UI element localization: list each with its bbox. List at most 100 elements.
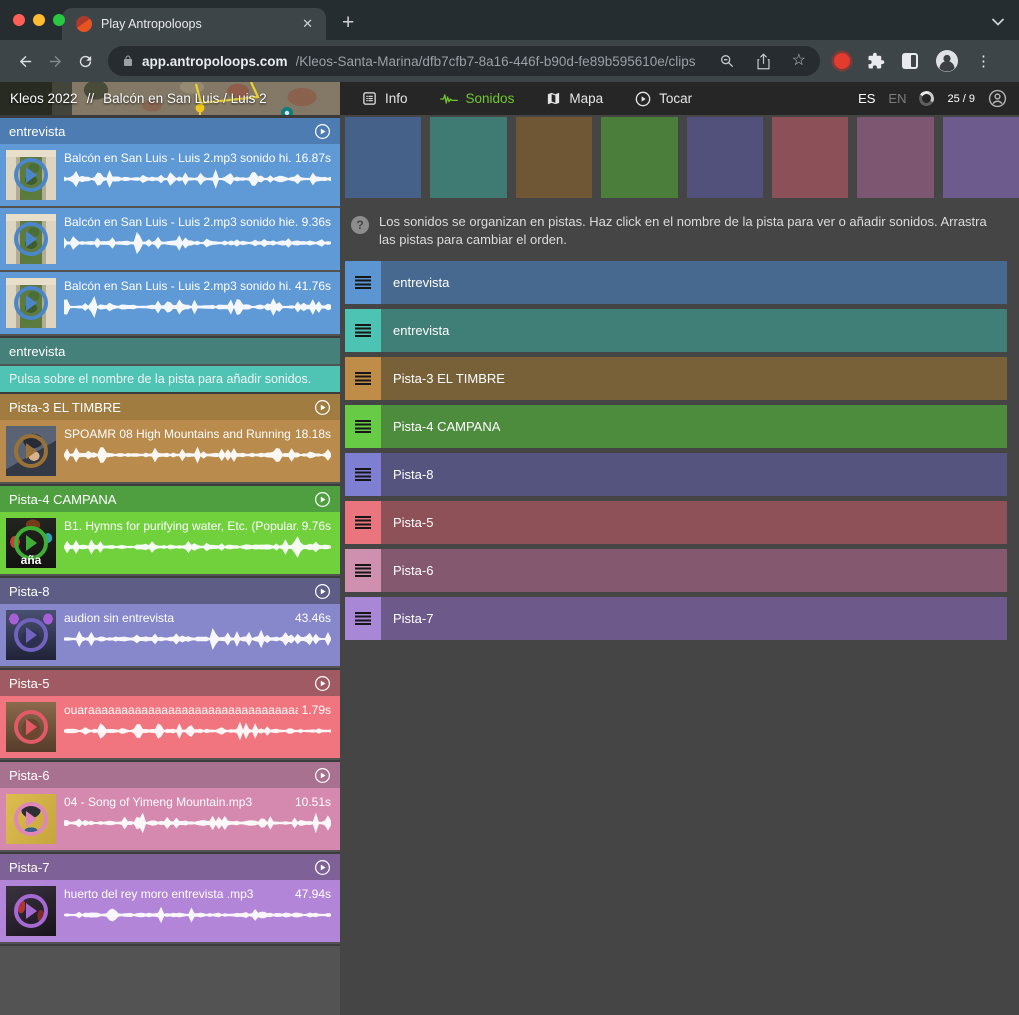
track-row-label: entrevista (393, 275, 449, 290)
clip-item[interactable]: 04 - Song of Yimeng Mountain.mp3 10.51s (0, 788, 340, 850)
track-drag-handle[interactable] (345, 261, 381, 304)
track-color-swatch[interactable] (430, 117, 506, 198)
track-row[interactable]: Pista-8 (345, 453, 1007, 496)
sidebar-track-section: Pista-4 CAMPANA aña B1. Hymns for purify… (0, 486, 340, 578)
lang-en-button[interactable]: EN (888, 91, 906, 106)
track-play-button[interactable] (314, 859, 331, 876)
sidebar-track-header[interactable]: Pista-7 (0, 854, 340, 880)
profile-avatar[interactable] (935, 49, 959, 73)
sidebar-track-header[interactable]: Pista-6 (0, 762, 340, 788)
nav-tab-mapa[interactable]: Mapa (546, 91, 603, 106)
clip-thumbnail[interactable]: aña (6, 518, 56, 568)
clip-waveform (64, 295, 331, 319)
browser-menu-icon[interactable]: ⋮ (976, 52, 991, 70)
sidebar-track-header[interactable]: Pista-4 CAMPANA (0, 486, 340, 512)
clip-waveform (64, 231, 331, 255)
track-color-swatch[interactable] (345, 117, 421, 198)
clip-item[interactable]: aña B1. Hymns for purifying water, Etc. … (0, 512, 340, 574)
track-color-swatch[interactable] (601, 117, 677, 198)
track-color-swatch[interactable] (857, 117, 933, 198)
clip-thumbnail[interactable] (6, 278, 56, 328)
track-row[interactable]: Pista-7 (345, 597, 1007, 640)
clip-item[interactable]: Balcón en San Luis - Luis 2.mp3 sonido h… (0, 208, 340, 270)
track-drag-handle[interactable] (345, 597, 381, 640)
lang-es-button[interactable]: ES (858, 91, 875, 106)
track-drag-handle[interactable] (345, 453, 381, 496)
track-color-swatch[interactable] (687, 117, 763, 198)
side-panel-icon[interactable] (902, 53, 918, 69)
sidebar-track-header[interactable]: Pista-5 (0, 670, 340, 696)
track-row[interactable]: Pista-6 (345, 549, 1007, 592)
browser-toolbar: app.antropoloops.com/Kleos-Santa-Marina/… (0, 40, 1019, 82)
clip-thumbnail[interactable] (6, 886, 56, 936)
zoom-window-button[interactable] (53, 14, 65, 26)
browser-tab[interactable]: Play Antropoloops ✕ (62, 8, 326, 40)
track-drag-handle[interactable] (345, 549, 381, 592)
help-question-icon: ? (351, 216, 369, 234)
clip-thumbnail[interactable] (6, 214, 56, 264)
forward-button[interactable] (40, 46, 70, 76)
breadcrumb-project[interactable]: Kleos 2022 (10, 91, 78, 106)
track-row[interactable]: Pista-3 EL TIMBRE (345, 357, 1007, 400)
extensions-puzzle-icon[interactable] (867, 52, 885, 70)
waveform-icon (440, 92, 458, 106)
drag-grip-icon (355, 372, 371, 385)
track-note-text: Pulsa sobre el nombre de la pista para a… (9, 372, 311, 386)
track-color-swatch[interactable] (516, 117, 592, 198)
tab-close-icon[interactable]: ✕ (299, 16, 316, 32)
reload-button[interactable] (70, 46, 100, 76)
clip-item[interactable]: Balcón en San Luis - Luis 2.mp3 sonido h… (0, 144, 340, 206)
breadcrumb[interactable]: Kleos 2022 // Balcón en San Luis / Luis … (0, 82, 340, 115)
tab-search-chevron-icon[interactable] (991, 17, 1005, 27)
track-play-button[interactable] (314, 675, 331, 692)
breadcrumb-separator: // (87, 91, 95, 106)
clip-item[interactable]: ouaraaaaaaaaaaaaaaaaaaaaaaaaaaaaaaaaaaa.… (0, 696, 340, 758)
track-drag-handle[interactable] (345, 357, 381, 400)
nav-tab-sonidos[interactable]: Sonidos (440, 91, 515, 106)
clip-thumbnail[interactable] (6, 794, 56, 844)
track-drag-handle[interactable] (345, 405, 381, 448)
track-play-button[interactable] (314, 583, 331, 600)
recording-extension-icon[interactable] (834, 53, 850, 69)
sidebar-track-name: entrevista (9, 124, 314, 139)
track-row[interactable]: Pista-4 CAMPANA (345, 405, 1007, 448)
track-color-swatch[interactable] (772, 117, 848, 198)
clip-item[interactable]: Balcón en San Luis - Luis 2.mp3 sonido h… (0, 272, 340, 334)
close-window-button[interactable] (13, 14, 25, 26)
minimize-window-button[interactable] (33, 14, 45, 26)
clip-thumbnail[interactable] (6, 426, 56, 476)
sidebar-track-header[interactable]: Pista-3 EL TIMBRE (0, 394, 340, 420)
clip-item[interactable]: huerto del rey moro entrevista .mp3 47.9… (0, 880, 340, 942)
address-bar[interactable]: app.antropoloops.com/Kleos-Santa-Marina/… (108, 46, 820, 76)
clip-thumbnail[interactable] (6, 702, 56, 752)
back-button[interactable] (10, 46, 40, 76)
clip-thumbnail[interactable] (6, 610, 56, 660)
account-icon[interactable] (988, 89, 1007, 108)
share-icon[interactable] (756, 53, 771, 70)
clip-title: 04 - Song of Yimeng Mountain.mp3 (64, 795, 291, 809)
clip-item[interactable]: SPOAMR 08 High Mountains and Running ...… (0, 420, 340, 482)
clip-item[interactable]: audion sin entrevista 43.46s (0, 604, 340, 666)
track-drag-handle[interactable] (345, 501, 381, 544)
new-tab-button[interactable]: + (342, 12, 354, 33)
track-color-swatch[interactable] (943, 117, 1019, 198)
sidebar-track-header[interactable]: entrevista (0, 338, 340, 364)
clip-thumbnail[interactable] (6, 150, 56, 200)
sidebar-track-header[interactable]: Pista-8 (0, 578, 340, 604)
track-row[interactable]: entrevista (345, 309, 1007, 352)
drag-grip-icon (355, 468, 371, 481)
track-play-button[interactable] (314, 491, 331, 508)
track-play-button[interactable] (314, 767, 331, 784)
track-row[interactable]: entrevista (345, 261, 1007, 304)
track-drag-handle[interactable] (345, 309, 381, 352)
track-play-button[interactable] (314, 399, 331, 416)
bookmark-star-icon[interactable]: ☆ (792, 53, 806, 69)
zoom-out-icon[interactable] (719, 53, 735, 69)
nav-tab-info[interactable]: Info (362, 91, 408, 106)
clip-play-icon (14, 434, 48, 468)
track-row[interactable]: Pista-5 (345, 501, 1007, 544)
nav-tab-tocar[interactable]: Tocar (635, 91, 692, 107)
track-play-button[interactable] (314, 123, 331, 140)
sidebar-track-header[interactable]: entrevista (0, 118, 340, 144)
sidebar-track-name: Pista-7 (9, 860, 314, 875)
